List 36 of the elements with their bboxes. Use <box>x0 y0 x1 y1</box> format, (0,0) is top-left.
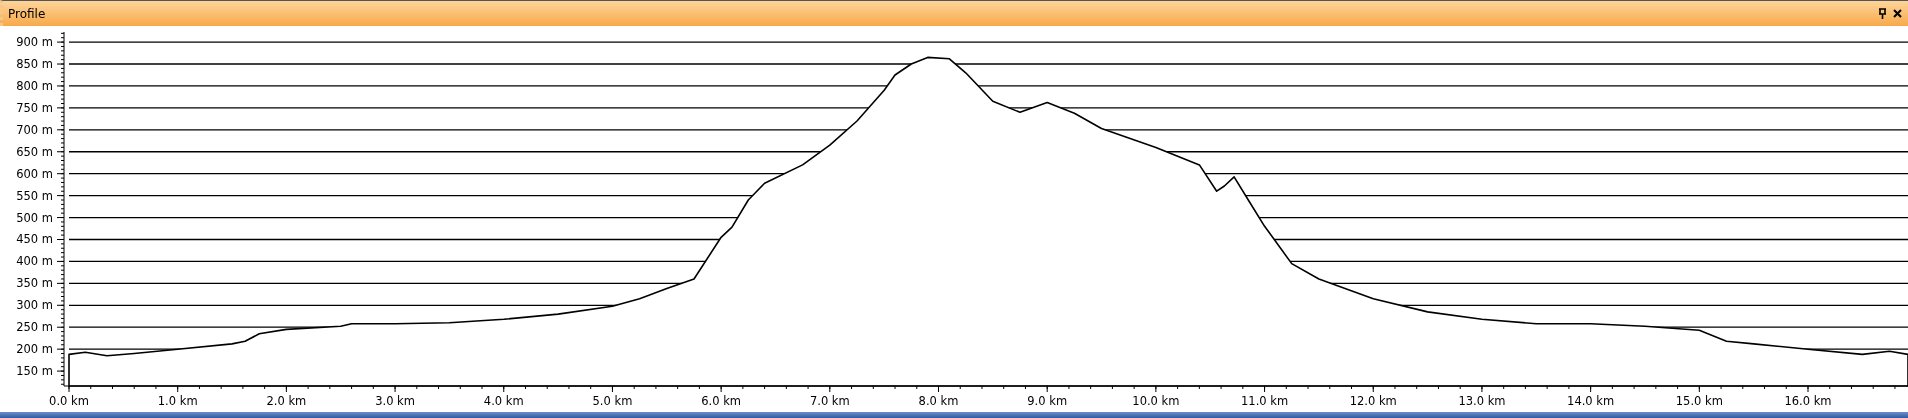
axis-label: 6.0 km <box>701 394 742 408</box>
axis-label: 750 m <box>16 100 53 115</box>
pin-icon[interactable] <box>1878 8 1887 19</box>
axis-label: 450 m <box>16 232 53 247</box>
axis-label: 800 m <box>16 78 53 93</box>
axis-label: 550 m <box>16 188 53 203</box>
panel-title: Profile <box>8 6 47 21</box>
axis-label: 2.0 km <box>266 394 307 408</box>
axis-label: 300 m <box>16 298 53 313</box>
axis-label: 900 m <box>16 35 53 50</box>
axis-label: 700 m <box>16 122 53 137</box>
axis-label: 14.0 km <box>1567 394 1615 408</box>
axis-label: 16.0 km <box>1784 394 1832 408</box>
axis-label: 400 m <box>16 254 53 269</box>
axis-label: 9.0 km <box>1027 394 1068 408</box>
axis-label: 350 m <box>16 276 53 291</box>
axis-label: 650 m <box>16 144 53 159</box>
axis-label: 11.0 km <box>1241 394 1289 408</box>
axis-label: 850 m <box>16 57 53 71</box>
axis-label: 10.0 km <box>1132 394 1180 408</box>
axis-label: 0.0 km <box>49 394 89 408</box>
axis-label: 15.0 km <box>1675 394 1723 408</box>
axis-label: 3.0 km <box>375 394 415 408</box>
close-icon[interactable] <box>1893 9 1902 18</box>
axis-label: 13.0 km <box>1458 394 1506 408</box>
axis-label: 150 m <box>16 364 53 379</box>
axis-label: 250 m <box>16 320 53 335</box>
axis-label: 200 m <box>16 342 53 357</box>
axis-label: 500 m <box>16 210 53 225</box>
axis-label: 4.0 km <box>483 394 524 408</box>
axis-label: 12.0 km <box>1349 394 1397 408</box>
axis-label: 7.0 km <box>809 394 850 408</box>
axis-label: 1.0 km <box>157 394 198 408</box>
axis-label: 5.0 km <box>592 394 633 408</box>
axis-label: 600 m <box>16 166 53 181</box>
axis-label: 8.0 km <box>918 394 959 408</box>
